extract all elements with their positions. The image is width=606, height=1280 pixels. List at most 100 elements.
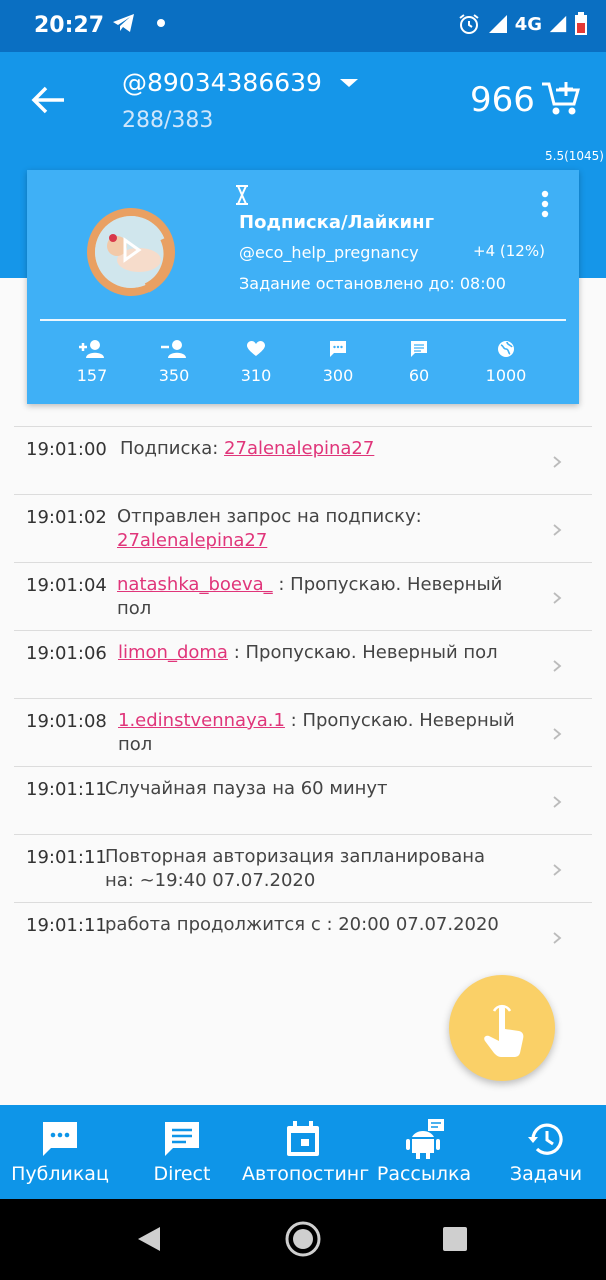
- system-home-icon[interactable]: [284, 1220, 322, 1258]
- stat-value: 60: [408, 366, 430, 385]
- stat-comments: 300: [303, 338, 373, 385]
- battery-icon: [575, 12, 587, 35]
- alarm-icon: [459, 14, 479, 34]
- comment-icon: [330, 341, 346, 357]
- log-time: 19:01:02: [26, 507, 107, 528]
- status-time: 20:27: [34, 13, 105, 38]
- chevron-right-icon: [553, 660, 562, 672]
- add-cart-icon[interactable]: [540, 78, 584, 118]
- log-time: 19:01:00: [26, 439, 107, 460]
- username-link[interactable]: 27alenalepina27: [117, 530, 267, 551]
- chevron-right-icon: [553, 796, 562, 808]
- version-label: 5.5(1045): [545, 149, 604, 163]
- direct-icon: [165, 1122, 199, 1156]
- log-text: работа продолжится с : 20:00 07.07.2020: [105, 914, 499, 935]
- log-text: Случайная пауза на 60 минут: [105, 778, 388, 799]
- log-row[interactable]: 19:01:06 limon_doma : Пропускаю. Неверны…: [14, 630, 592, 698]
- username-link[interactable]: limon_doma: [118, 642, 228, 663]
- signal-icon: [488, 15, 507, 33]
- telegram-icon: [113, 14, 134, 32]
- stat-value: 310: [240, 366, 272, 385]
- stat-value: 350: [158, 366, 190, 385]
- stat-messages: 60: [384, 338, 454, 385]
- signal-icon-2: [549, 15, 567, 33]
- avatar[interactable]: [87, 208, 175, 296]
- activity-log: 19:01:00 Подписка: 27alenalepina27 19:01…: [14, 426, 592, 970]
- heart-icon: [247, 341, 265, 356]
- calendar-icon: [287, 1121, 319, 1156]
- chevron-right-icon: [553, 932, 562, 944]
- log-time: 19:01:11: [26, 915, 107, 936]
- nav-label: Задачи: [509, 1163, 583, 1185]
- log-time: 19:01:04: [26, 575, 107, 596]
- log-row[interactable]: 19:01:08 1.edinstvennaya.1 : Пропускаю. …: [14, 698, 592, 766]
- system-navigation-bar: [0, 1199, 606, 1280]
- nav-label: Direct: [153, 1163, 211, 1185]
- balance: 966: [470, 80, 535, 120]
- log-text: 1.edinstvennaya.1 : Пропускаю. Неверный …: [118, 710, 515, 755]
- status-bar: 20:27 4G: [0, 0, 606, 52]
- log-row[interactable]: 19:01:11 Случайная пауза на 60 минут: [14, 766, 592, 834]
- nav-direct[interactable]: Direct: [122, 1105, 242, 1199]
- username-link[interactable]: 1.edinstvennaya.1: [118, 710, 285, 731]
- account-selector[interactable]: @89034386639: [122, 68, 322, 97]
- avatar-image: [87, 208, 175, 296]
- log-row[interactable]: 19:01:11 Повторная авторизация запланиро…: [14, 834, 592, 902]
- card-divider: [40, 319, 566, 321]
- stat-value: 1000: [485, 366, 527, 385]
- log-row[interactable]: 19:01:04 natashka_boeva_ : Пропускаю. Не…: [14, 562, 592, 630]
- username-link[interactable]: natashka_boeva_: [117, 574, 273, 595]
- log-text: Подписка: 27alenalepina27: [120, 438, 375, 459]
- task-delta: +4 (12%): [473, 242, 545, 260]
- log-text: Повторная авторизация запланирована на: …: [105, 846, 486, 891]
- dot-icon: [157, 19, 165, 27]
- nav-label: Автопостинг: [242, 1163, 370, 1185]
- bottom-navigation: Публикац Direct Автопостинг Рассылка Зад…: [0, 1105, 606, 1199]
- nav-autoposting[interactable]: Автопостинг: [242, 1105, 370, 1199]
- log-time: 19:01:06: [26, 643, 107, 664]
- log-row[interactable]: 19:01:02 Отправлен запрос на подписку: 2…: [14, 494, 592, 562]
- system-recents-icon[interactable]: [442, 1226, 468, 1252]
- stat-unfollows: 350: [139, 338, 209, 385]
- system-back-icon[interactable]: [136, 1225, 164, 1253]
- log-row[interactable]: 19:01:00 Подписка: 27alenalepina27: [14, 426, 592, 494]
- log-time: 19:01:08: [26, 711, 107, 732]
- stat-follows: 157: [57, 338, 127, 385]
- chevron-right-icon: [553, 864, 562, 876]
- network-type: 4G: [514, 13, 542, 35]
- username-link[interactable]: 27alenalepina27: [224, 438, 374, 459]
- log-row[interactable]: 19:01:11 работа продолжится с : 20:00 07…: [14, 902, 592, 970]
- log-text: limon_doma : Пропускаю. Неверный пол: [118, 642, 498, 663]
- log-text: natashka_boeva_ : Пропускаю. Неверный по…: [117, 574, 503, 619]
- log-time: 19:01:11: [26, 779, 107, 800]
- publication-icon: [43, 1122, 77, 1156]
- stat-reach: 1000: [471, 338, 541, 385]
- chevron-right-icon: [553, 456, 562, 468]
- globe-icon: [498, 341, 514, 357]
- add-follow-icon: [79, 340, 104, 358]
- back-arrow-icon[interactable]: [28, 82, 68, 118]
- task-username: @eco_help_pregnancy: [239, 243, 419, 262]
- nav-tasks[interactable]: Задачи: [486, 1105, 606, 1199]
- message-icon: [411, 341, 427, 357]
- nav-mailing[interactable]: Рассылка: [364, 1105, 484, 1199]
- log-time: 19:01:11: [26, 847, 107, 868]
- chevron-right-icon: [553, 728, 562, 740]
- nav-label: Публикац: [11, 1163, 109, 1185]
- nav-publications[interactable]: Публикац: [0, 1105, 120, 1199]
- stat-value: 300: [322, 366, 354, 385]
- chevron-right-icon: [553, 592, 562, 604]
- chevron-right-icon: [553, 524, 562, 536]
- tap-action-button[interactable]: [449, 975, 555, 1081]
- unfollow-icon: [161, 340, 186, 358]
- touch-icon: [484, 1004, 524, 1057]
- history-icon: [528, 1123, 563, 1155]
- chevron-down-icon[interactable]: [338, 76, 360, 90]
- hourglass-icon: [236, 185, 248, 205]
- task-card[interactable]: Подписка/Лайкинг @eco_help_pregnancy +4 …: [27, 170, 579, 404]
- stat-likes: 310: [221, 338, 291, 385]
- app-bar: @89034386639 288/383 966: [0, 52, 606, 148]
- more-vert-icon[interactable]: [535, 188, 555, 220]
- task-name: Подписка/Лайкинг: [239, 212, 435, 233]
- task-status: Задание остановлено до: 08:00: [239, 274, 506, 293]
